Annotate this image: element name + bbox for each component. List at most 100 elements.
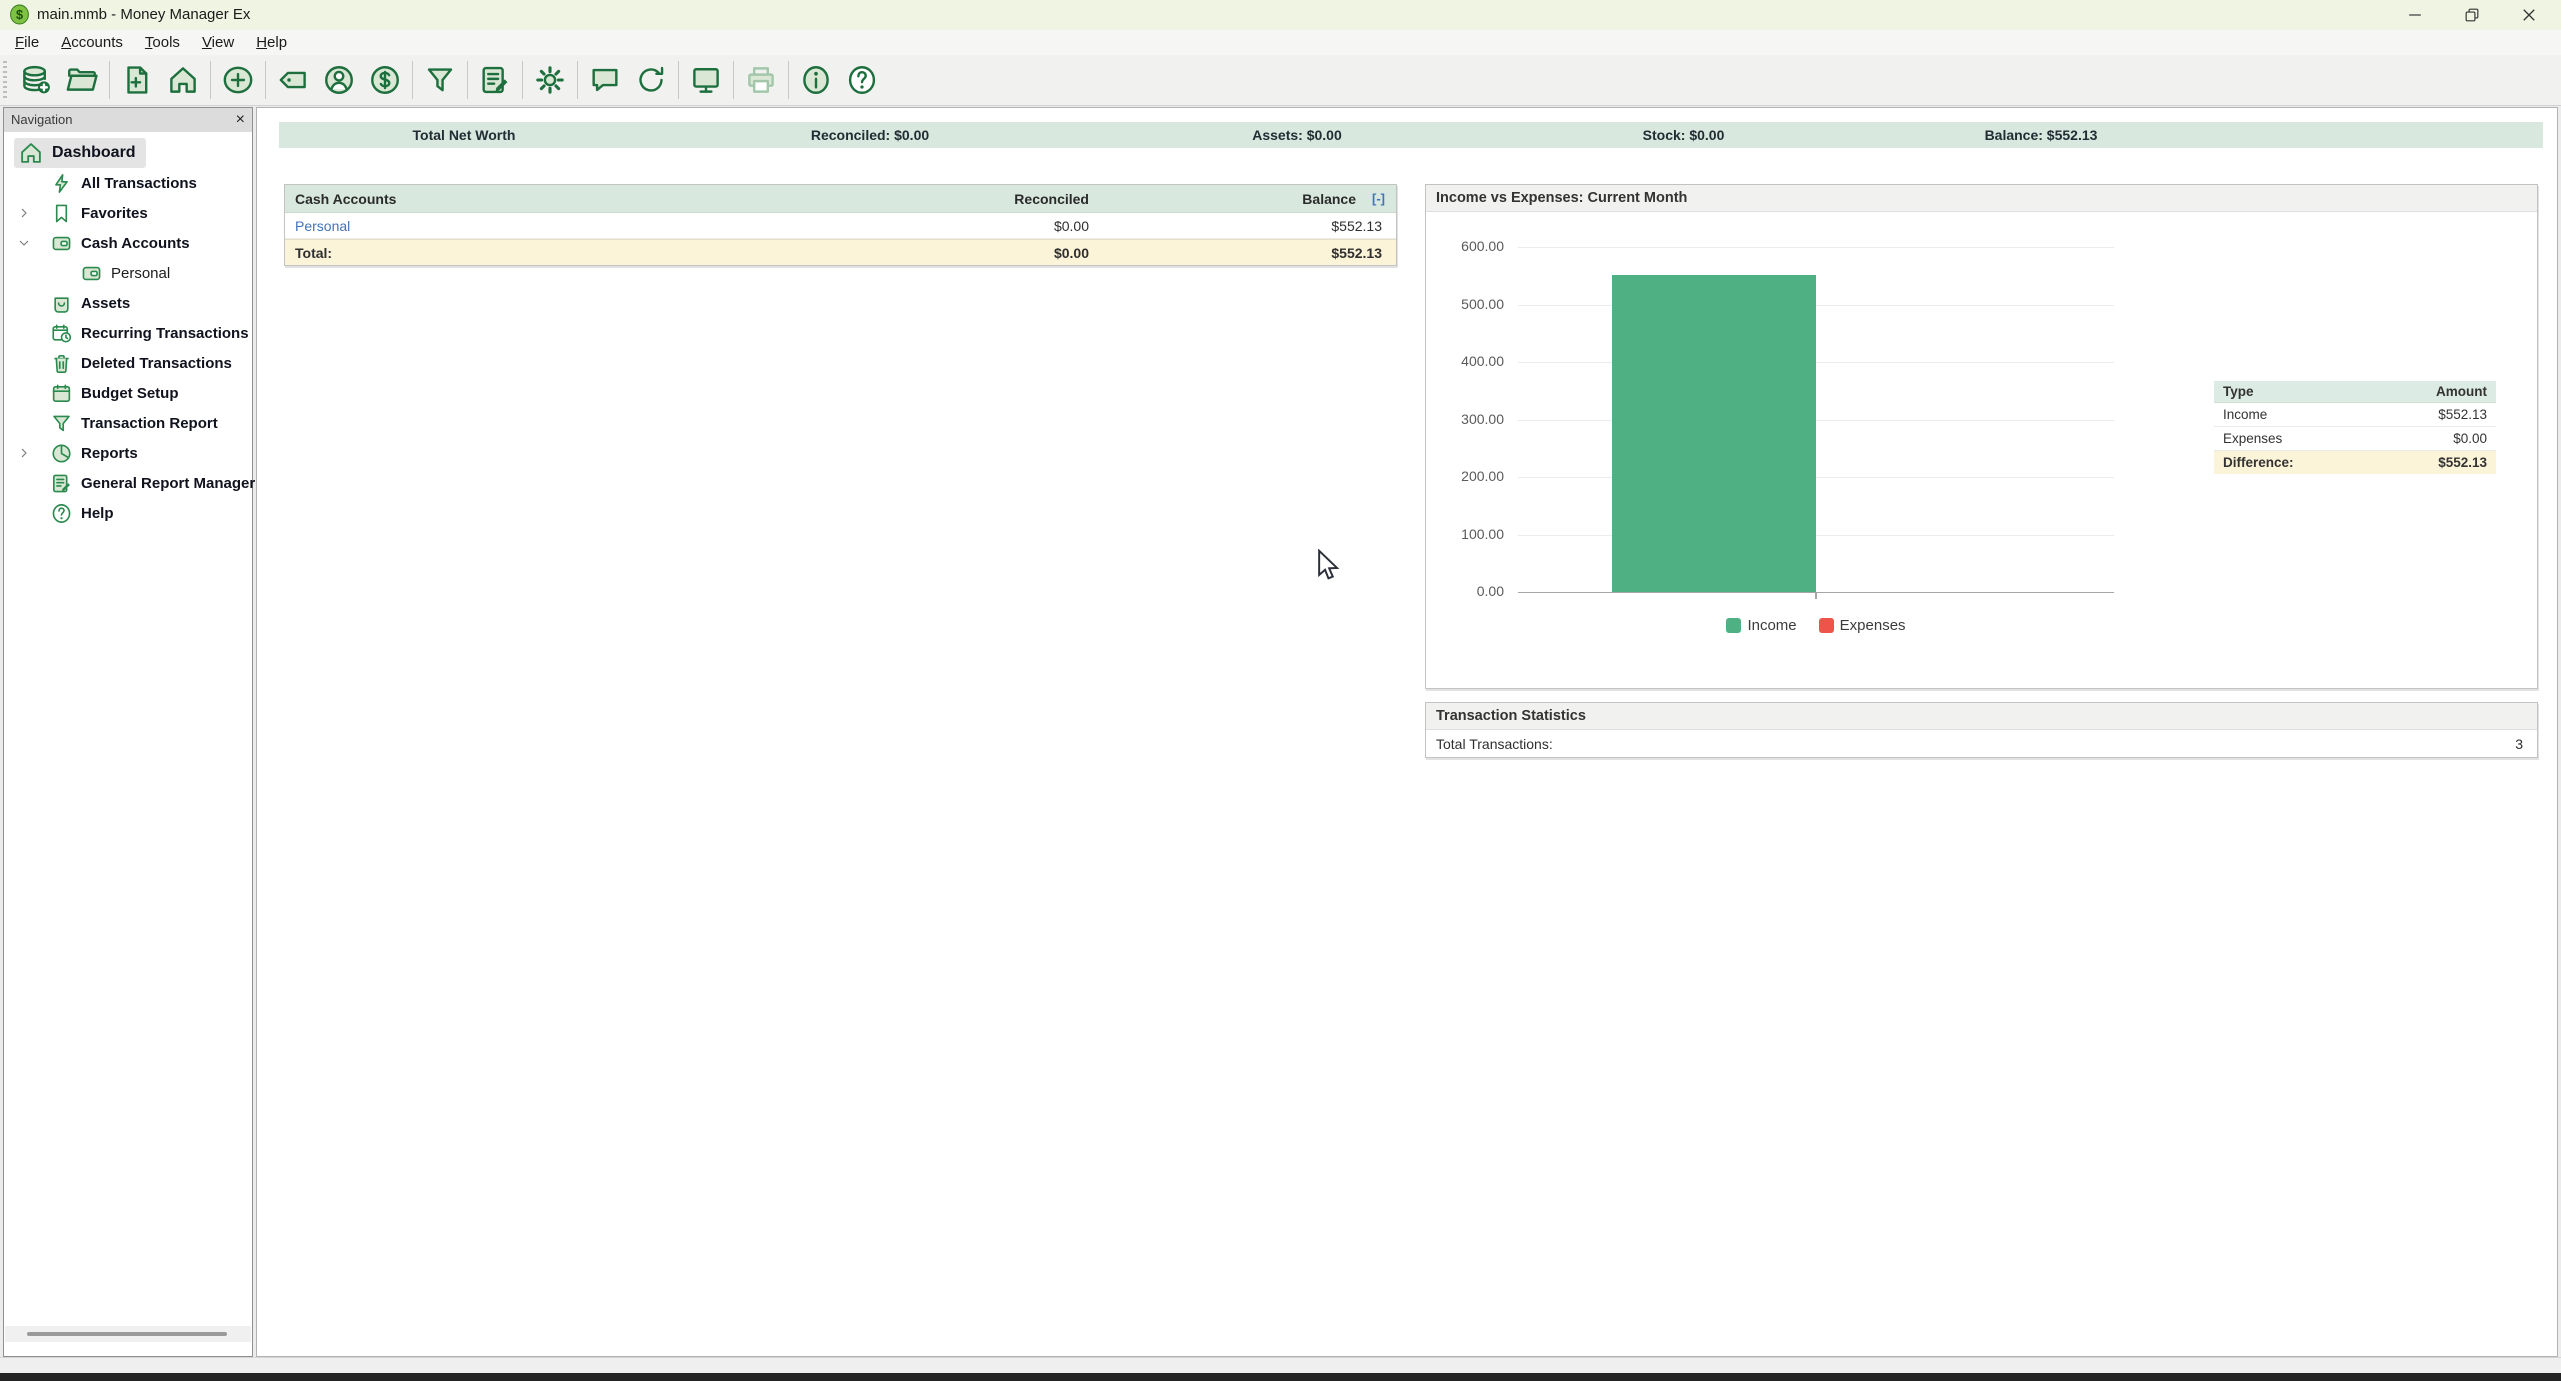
cash-accounts-panel: Cash Accounts Reconciled Balance [-] Per… xyxy=(284,184,1397,266)
check-updates-button[interactable] xyxy=(628,57,674,103)
nav-horizontal-scrollbar[interactable] xyxy=(5,1326,251,1342)
user-icon xyxy=(322,63,356,97)
pie-icon xyxy=(50,442,73,465)
svg-text:$: $ xyxy=(16,8,23,22)
full-screen-button[interactable] xyxy=(683,57,729,103)
options-button[interactable] xyxy=(527,57,573,103)
monitor-icon xyxy=(689,63,723,97)
gridline xyxy=(1518,535,2114,536)
menu-accounts[interactable]: Accounts xyxy=(50,30,134,55)
account-link-personal[interactable]: Personal xyxy=(285,218,769,234)
funnel-icon xyxy=(50,412,73,435)
navigation-panel-title: Navigation xyxy=(11,112,72,127)
menu-help[interactable]: Help xyxy=(245,30,298,55)
trash-icon xyxy=(50,352,73,375)
legend-item-income: Income xyxy=(1726,617,1796,634)
amount-column-header: Amount xyxy=(2436,384,2487,399)
total-transactions-label: Total Transactions: xyxy=(1436,736,1553,752)
nav-item-reports[interactable]: Reports xyxy=(4,438,252,468)
menu-file[interactable]: File xyxy=(4,30,50,55)
legend-label-income: Income xyxy=(1747,617,1796,634)
nav-item-all-transactions[interactable]: All Transactions xyxy=(4,168,252,198)
organize-categories-button[interactable] xyxy=(270,57,316,103)
table-row-expenses: Expenses $0.00 xyxy=(2214,427,2496,451)
cash-account-row: Personal$0.00$552.13 xyxy=(285,213,1396,239)
nav-item-help[interactable]: Help xyxy=(4,498,252,528)
chevron-down-icon[interactable] xyxy=(16,235,32,251)
window-bottom-edge xyxy=(0,1373,2561,1381)
menu-bar: FileAccountsToolsViewHelp xyxy=(0,30,2561,55)
chevron-right-icon[interactable] xyxy=(16,445,32,461)
cash-accounts-title: Cash Accounts xyxy=(285,191,769,207)
info-icon xyxy=(799,63,833,97)
table-header-row: TypeAmount xyxy=(2214,381,2496,403)
organize-currencies-button[interactable] xyxy=(362,57,408,103)
title-bar: $ main.mmb - Money Manager Ex xyxy=(0,0,2561,30)
nav-item-personal[interactable]: Personal xyxy=(4,258,252,288)
amount-cell: $0.00 xyxy=(2453,431,2487,446)
bag-icon xyxy=(50,292,73,315)
about-button[interactable] xyxy=(793,57,839,103)
organize-payees-button[interactable] xyxy=(316,57,362,103)
cash-accounts-header: Cash Accounts Reconciled Balance [-] xyxy=(285,185,1396,213)
maximize-restore-button[interactable] xyxy=(2443,0,2500,30)
new-database-icon xyxy=(19,63,53,97)
income-expenses-panel: Income vs Expenses: Current Month TypeAm… xyxy=(1425,184,2538,689)
calendar-clock-icon xyxy=(50,322,73,345)
y-axis-tick-label: 200.00 xyxy=(1432,468,1504,484)
home-icon xyxy=(18,140,44,166)
nav-item-transaction-report[interactable]: Transaction Report xyxy=(4,408,252,438)
transaction-statistics-title: Transaction Statistics xyxy=(1426,703,2537,730)
nav-item-cash-accounts[interactable]: Cash Accounts xyxy=(4,228,252,258)
general-report-manager-button[interactable] xyxy=(472,57,518,103)
menu-tools[interactable]: Tools xyxy=(134,30,191,55)
new-account-button[interactable] xyxy=(114,57,160,103)
y-axis-tick-label: 0.00 xyxy=(1432,583,1504,599)
collapse-link[interactable]: [-] xyxy=(1356,191,1396,206)
nav-item-general-report-manager[interactable]: General Report Manager xyxy=(4,468,252,498)
transaction-statistics-panel: Transaction Statistics Total Transaction… xyxy=(1425,702,2538,758)
nav-item-budget-setup[interactable]: Budget Setup xyxy=(4,378,252,408)
nav-item-assets[interactable]: Assets xyxy=(4,288,252,318)
close-button[interactable] xyxy=(2500,0,2557,30)
difference-label: Difference: xyxy=(2223,455,2294,470)
tag-icon xyxy=(276,63,310,97)
income-expenses-title: Income vs Expenses: Current Month xyxy=(1426,185,2537,212)
networth-cell-3: Stock: $0.00 xyxy=(1503,122,1864,148)
help-button[interactable] xyxy=(839,57,885,103)
chevron-right-icon[interactable] xyxy=(16,205,32,221)
gridline xyxy=(1518,362,2114,363)
transaction-filter-button[interactable] xyxy=(417,57,463,103)
legend-label-expenses: Expenses xyxy=(1840,617,1906,634)
dashboard-button[interactable] xyxy=(160,57,206,103)
navigation-panel: Navigation × DashboardAll TransactionsFa… xyxy=(3,107,253,1357)
minimize-button[interactable] xyxy=(2386,0,2443,30)
type-cell: Expenses xyxy=(2223,431,2282,446)
toolbar-separator xyxy=(577,61,578,99)
chart-area: TypeAmount Income $552.13 Expenses $0.00 Diff… xyxy=(1426,211,2537,688)
mouse-cursor xyxy=(1316,549,1342,588)
y-axis-tick-label: 300.00 xyxy=(1432,411,1504,427)
nav-item-deleted-transactions[interactable]: Deleted Transactions xyxy=(4,348,252,378)
wallet-icon xyxy=(50,232,73,255)
toolbar-separator xyxy=(467,61,468,99)
nav-item-favorites[interactable]: Favorites xyxy=(4,198,252,228)
navigation-close-icon[interactable]: × xyxy=(236,108,245,132)
networth-cell-1: Reconciled: $0.00 xyxy=(649,122,1091,148)
y-axis-tick-label: 600.00 xyxy=(1432,238,1504,254)
networth-cell-0: Total Net Worth xyxy=(279,122,649,148)
new-database-button[interactable] xyxy=(13,57,59,103)
menu-view[interactable]: View xyxy=(191,30,245,55)
nav-item-recurring-transactions[interactable]: Recurring Transactions xyxy=(4,318,252,348)
nav-items: DashboardAll TransactionsFavoritesCash A… xyxy=(4,138,252,528)
total-reconciled-value: $0.00 xyxy=(769,245,1089,261)
toolbar-separator xyxy=(265,61,266,99)
nav-item-dashboard[interactable]: Dashboard xyxy=(4,138,252,168)
new-transaction-button[interactable] xyxy=(215,57,261,103)
nav-scrollbar-thumb[interactable] xyxy=(27,1332,227,1336)
open-database-button[interactable] xyxy=(59,57,105,103)
amount-cell: $552.13 xyxy=(2438,407,2487,422)
feedback-button[interactable] xyxy=(582,57,628,103)
toolbar-gripper[interactable] xyxy=(3,61,7,99)
home-icon xyxy=(166,63,200,97)
